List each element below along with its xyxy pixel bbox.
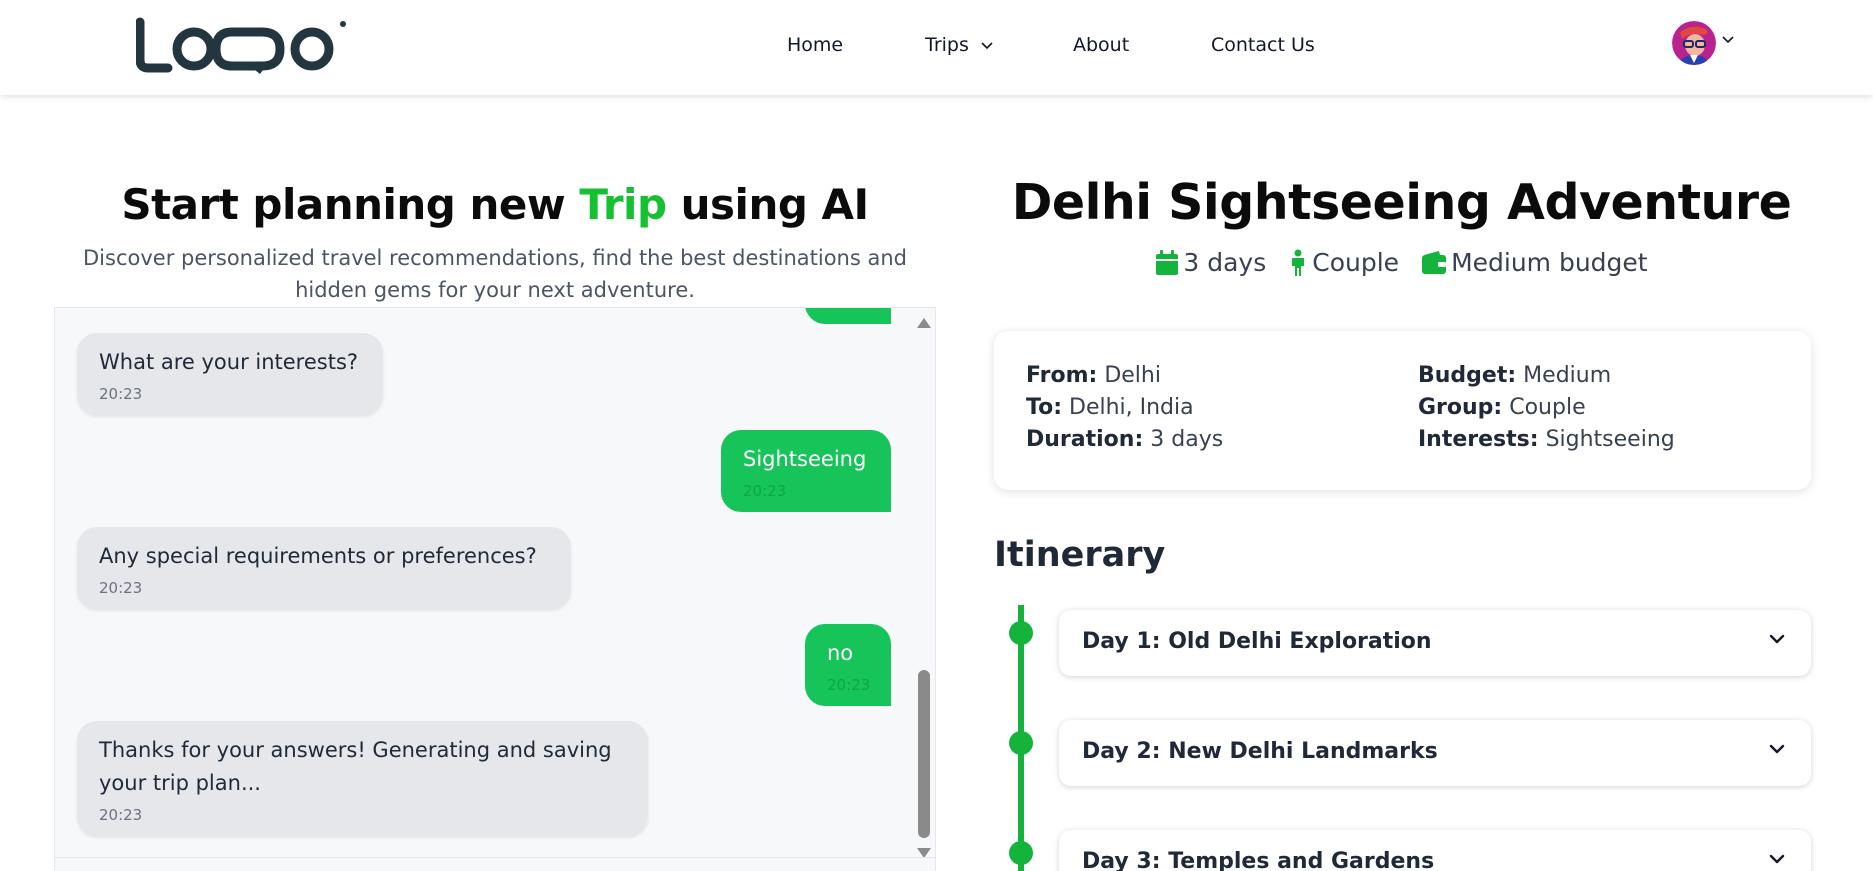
chevron-down-icon[interactable] <box>1769 854 1785 864</box>
chevron-down-icon[interactable] <box>1722 36 1734 44</box>
trip-meta: 3 days Couple Medium budget <box>994 248 1809 277</box>
detail-budget-value: Medium <box>1523 363 1612 388</box>
planner-title: Start planning new Trip using AI <box>0 180 990 229</box>
chat-message-bot: What are your interests? 20:23 <box>77 333 383 415</box>
planner-title-highlight: Trip <box>579 180 667 229</box>
avatar-image <box>1672 21 1716 65</box>
chat-message-bot: Thanks for your answers! Generating and … <box>77 721 648 836</box>
detail-duration-label: Duration: <box>1026 427 1144 452</box>
meta-duration-text: 3 days <box>1183 248 1267 277</box>
message-text: Sightseeing <box>743 447 867 471</box>
timeline-dot <box>1009 621 1033 645</box>
day-card-2[interactable]: Day 2: New Delhi Landmarks <box>1059 720 1811 786</box>
day-title: Day 1: Old Delhi Exploration <box>1082 629 1432 654</box>
itinerary-title: Itinerary <box>994 535 1166 575</box>
day-title: Day 3: Temples and Gardens <box>1082 849 1435 871</box>
detail-duration: Duration: 3 days <box>1026 427 1223 452</box>
chat-message-user: no 20:23 <box>805 624 891 706</box>
planner-title-text-end: using AI <box>666 180 870 229</box>
detail-budget-label: Budget: <box>1418 363 1517 388</box>
nav-about-label: About <box>1073 34 1130 56</box>
nav-contact[interactable]: Contact Us <box>1211 34 1315 56</box>
nav-trips[interactable]: Trips <box>925 34 993 56</box>
message-time: 20:23 <box>99 806 143 824</box>
avatar[interactable] <box>1672 21 1716 65</box>
message-time: 20:23 <box>99 385 143 403</box>
wallet-icon <box>1422 250 1447 274</box>
site-header: Home Trips About Contact Us <box>0 0 1873 95</box>
meta-budget-text: Medium budget <box>1451 248 1648 277</box>
nav-home-label: Home <box>787 34 844 56</box>
detail-interests-value: Sightseeing <box>1545 427 1675 452</box>
message-time: 20:23 <box>99 579 143 597</box>
detail-group-label: Group: <box>1418 395 1503 420</box>
detail-from-value: Delhi <box>1104 363 1161 388</box>
message-time: 20:23 <box>743 482 787 500</box>
logo[interactable] <box>136 16 348 74</box>
chevron-down-icon[interactable] <box>1769 634 1785 644</box>
chat-message-bot: Any special requirements or preferences?… <box>77 527 571 609</box>
day-card-3[interactable]: Day 3: Temples and Gardens <box>1059 830 1811 871</box>
message-text: Thanks for your answers! Generating and … <box>99 738 612 795</box>
detail-group-value: Couple <box>1509 395 1586 420</box>
planner-title-text: Start planning new <box>121 180 580 229</box>
scrollbar-thumb[interactable] <box>918 670 930 838</box>
detail-interests-label: Interests: <box>1418 427 1539 452</box>
meta-budget: Medium budget <box>1421 248 1648 277</box>
meta-group: Couple <box>1288 248 1399 277</box>
trip-title: Delhi Sightseeing Adventure <box>1011 174 1792 231</box>
message-text: Any special requirements or preferences? <box>99 544 537 568</box>
detail-group: Group: Couple <box>1418 395 1586 420</box>
chevron-down-icon[interactable] <box>1769 744 1785 754</box>
trip-details-card: From: Delhi To: Delhi, India Duration: 3… <box>994 331 1811 490</box>
message-time: 20:23 <box>827 676 871 694</box>
detail-to-label: To: <box>1026 395 1062 420</box>
chat-message-user: Sightseeing 20:23 <box>721 430 891 512</box>
chat-window[interactable]: What are your interests? 20:23 Sightseei… <box>54 307 936 871</box>
nav-trips-label: Trips <box>925 34 969 56</box>
meta-group-text: Couple <box>1312 248 1400 277</box>
person-icon <box>1292 249 1305 276</box>
detail-budget: Budget: Medium <box>1418 363 1611 388</box>
nav-home[interactable]: Home <box>787 34 843 56</box>
detail-duration-value: 3 days <box>1150 427 1224 452</box>
timeline-dot <box>1009 841 1033 865</box>
nav-contact-label: Contact Us <box>1211 34 1315 56</box>
message-text: What are your interests? <box>99 350 359 374</box>
timeline-dot <box>1009 731 1033 755</box>
chat-message-user-partial <box>805 308 891 324</box>
detail-interests: Interests: Sightseeing <box>1418 427 1675 452</box>
planner-subtitle: Discover personalized travel recommendat… <box>83 246 907 302</box>
scroll-up-arrow-icon[interactable] <box>917 318 931 328</box>
detail-from: From: Delhi <box>1026 363 1161 388</box>
detail-to-value: Delhi, India <box>1069 395 1194 420</box>
chat-input-divider <box>54 857 936 858</box>
day-card-1[interactable]: Day 1: Old Delhi Exploration <box>1059 610 1811 676</box>
message-text: no <box>827 641 854 665</box>
detail-from-label: From: <box>1026 363 1098 388</box>
day-title: Day 2: New Delhi Landmarks <box>1082 739 1438 764</box>
detail-to: To: Delhi, India <box>1026 395 1194 420</box>
nav-about[interactable]: About <box>1073 34 1129 56</box>
chat-scrollbar[interactable] <box>915 314 931 864</box>
chevron-down-icon <box>981 41 993 49</box>
calendar-icon <box>1156 249 1179 275</box>
meta-duration: 3 days <box>1155 248 1266 277</box>
